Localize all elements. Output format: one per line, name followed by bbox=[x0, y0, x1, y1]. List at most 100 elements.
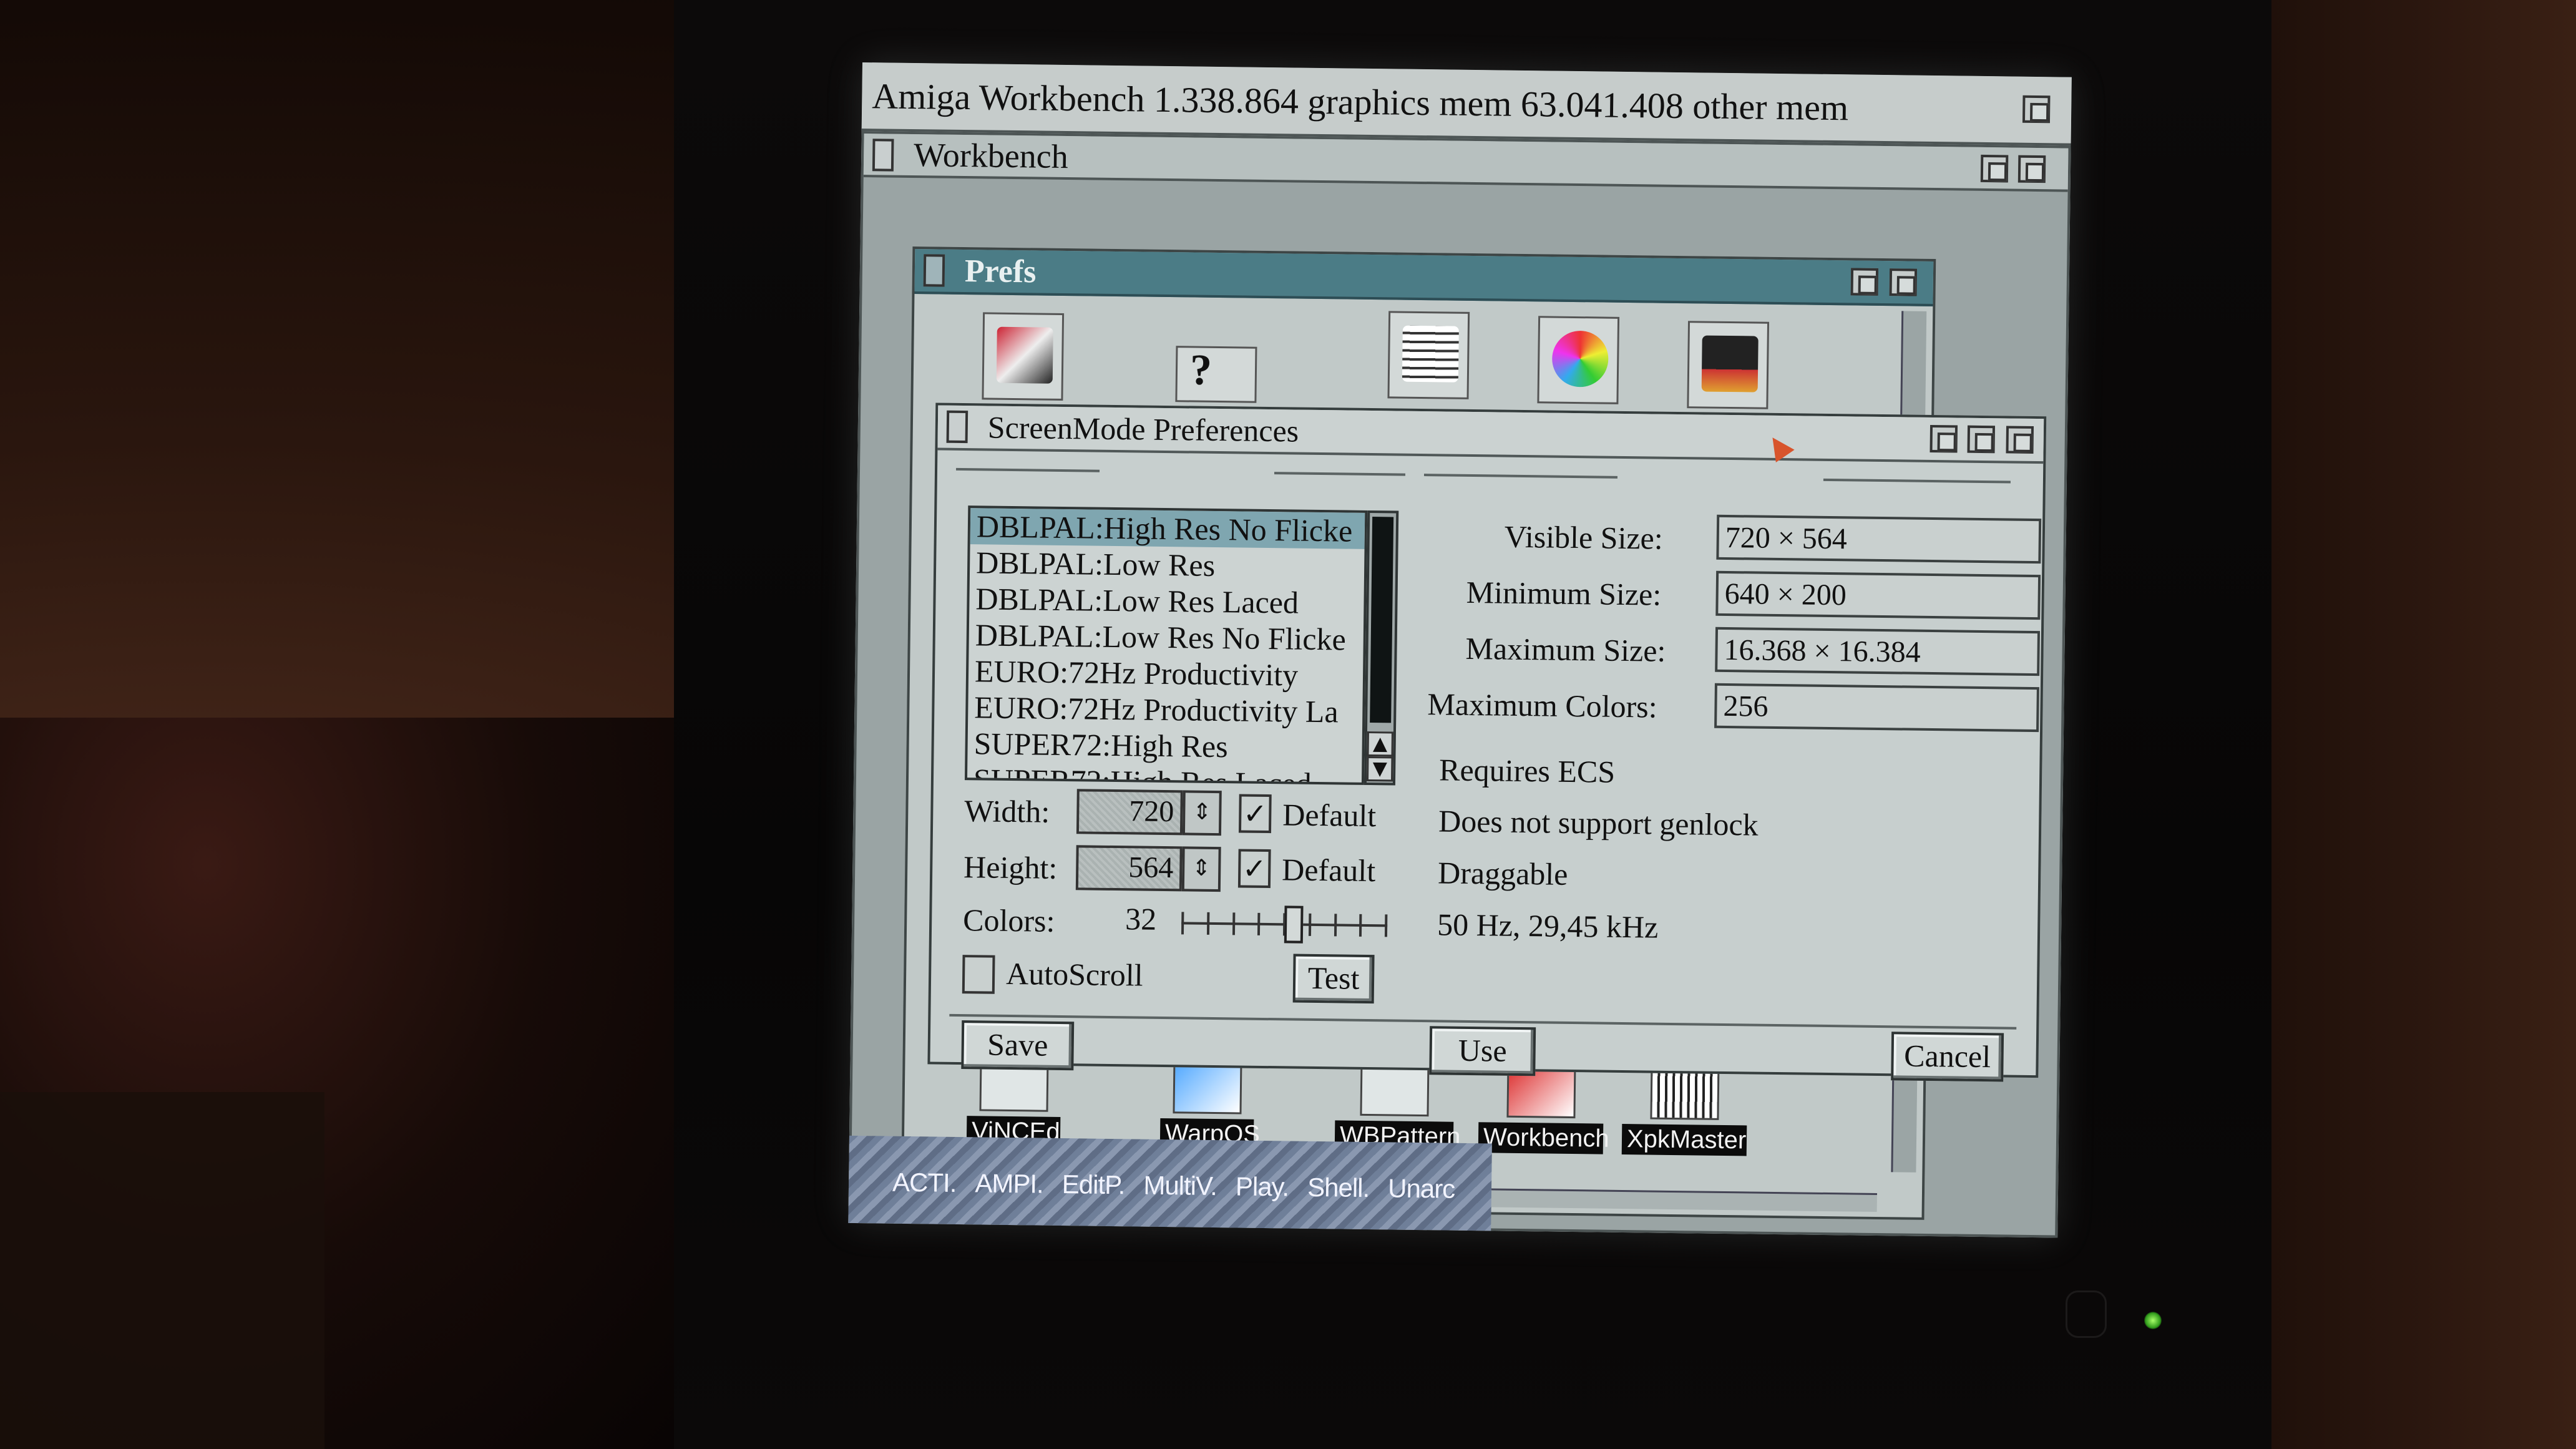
property-text: Requires ECS bbox=[1438, 752, 1616, 789]
slider-tick bbox=[1232, 912, 1236, 935]
screenmode-list-item[interactable]: DBLPAL:Low Res No Flicke bbox=[968, 617, 1364, 658]
cd-icon bbox=[1551, 330, 1609, 388]
maximum-colors-field: 256 bbox=[1714, 683, 2039, 733]
test-button[interactable]: Test bbox=[1292, 954, 1375, 1004]
cancel-button[interactable]: Cancel bbox=[1891, 1032, 2004, 1082]
maximum-size-label: Maximum Size: bbox=[1465, 630, 1666, 668]
cable-icon bbox=[996, 326, 1053, 384]
screenmode-list-item[interactable]: SUPER72:High Res bbox=[967, 725, 1362, 766]
slider-knob[interactable] bbox=[1284, 905, 1304, 944]
screenmode-list-item[interactable]: DBLPAL:Low Res Laced bbox=[969, 580, 1364, 622]
screenmode-list-item[interactable]: SUPER72:High Res Laced bbox=[967, 761, 1362, 785]
workbench-depth-gadget[interactable] bbox=[2017, 155, 2046, 183]
printer-prefs-icon[interactable] bbox=[1387, 311, 1470, 399]
property-text: 50 Hz, 29,45 kHz bbox=[1437, 907, 1659, 945]
workbench-close-gadget[interactable] bbox=[872, 139, 894, 172]
maximum-size-field: 16.368 × 16.384 bbox=[1715, 627, 2041, 676]
screenmode-title-bar[interactable]: ScreenMode Preferences bbox=[937, 405, 2044, 464]
menu-separator bbox=[1423, 474, 1617, 479]
tuxedo-icon bbox=[1701, 335, 1759, 393]
scrollbar-knob[interactable] bbox=[1370, 517, 1394, 723]
workbench-zoom-gadget[interactable] bbox=[1980, 154, 2009, 183]
slider-tick bbox=[1257, 912, 1261, 935]
visible-size-field: 720 × 564 bbox=[1716, 514, 2042, 564]
box-foreground bbox=[0, 1092, 324, 1449]
autoscroll-label: AutoScroll bbox=[1005, 955, 1143, 993]
visible-size-label: Visible Size: bbox=[1504, 519, 1664, 556]
amiga-screen: Amiga Workbench 1.338.864 graphics mem 6… bbox=[848, 62, 2072, 1238]
colors-label: Colors: bbox=[962, 902, 1055, 939]
colors-slider[interactable] bbox=[1181, 904, 1388, 944]
screenmode-list-item[interactable]: EURO:72Hz Productivity bbox=[968, 653, 1364, 694]
drawer-icon-xpkmaster[interactable]: XpkMaster bbox=[1621, 1069, 1748, 1156]
xpkmaster-icon bbox=[1650, 1069, 1720, 1120]
width-label: Width: bbox=[964, 793, 1050, 829]
taskbar-item[interactable]: ACTI. bbox=[892, 1168, 957, 1198]
minimum-size-field: 640 × 200 bbox=[1715, 570, 2041, 620]
unknown-prefs-icon[interactable]: ? bbox=[1175, 346, 1257, 403]
width-input[interactable]: 720 bbox=[1076, 789, 1183, 836]
minimum-size-label: Minimum Size: bbox=[1466, 574, 1662, 612]
power-led bbox=[2144, 1312, 2162, 1329]
screenmode-list-scrollbar[interactable]: ▲ ▼ bbox=[1364, 510, 1399, 786]
width-stepper[interactable]: ⇕ bbox=[1182, 790, 1222, 836]
width-default-label: Default bbox=[1282, 797, 1377, 834]
drawer-icon-warpos[interactable]: WarpOS bbox=[1159, 1063, 1260, 1150]
colors-value: 32 bbox=[1125, 901, 1157, 937]
autoscroll-checkbox[interactable] bbox=[962, 955, 995, 994]
scroll-up-arrow-icon[interactable]: ▲ bbox=[1367, 731, 1393, 757]
taskbar-item[interactable]: AMPI. bbox=[975, 1168, 1043, 1199]
input-prefs-icon[interactable] bbox=[982, 312, 1065, 401]
screenmode-zoom-gadget[interactable] bbox=[1967, 425, 1996, 454]
prefs-depth-gadget[interactable] bbox=[1889, 268, 1918, 296]
wbstartup-prefs-icon[interactable] bbox=[1687, 321, 1770, 409]
menu-separator bbox=[956, 467, 1100, 472]
property-text: Draggable bbox=[1437, 855, 1568, 892]
screenmode-depth-gadget[interactable] bbox=[2006, 426, 2034, 454]
height-default-label: Default bbox=[1281, 852, 1376, 889]
sound-prefs-icon[interactable] bbox=[1537, 316, 1620, 404]
taskbar-item[interactable]: Play. bbox=[1236, 1171, 1289, 1202]
wbpattern-icon bbox=[1360, 1065, 1430, 1117]
taskbar-item[interactable]: Unarc bbox=[1388, 1173, 1455, 1204]
drawer-icon-label: XpkMaster bbox=[1621, 1123, 1747, 1156]
menu-separator bbox=[1823, 478, 2011, 484]
screenmode-list-item[interactable]: DBLPAL:High Res No Flicke bbox=[970, 508, 1365, 549]
height-input[interactable]: 564 bbox=[1075, 845, 1183, 892]
screenmode-title: ScreenMode Preferences bbox=[987, 409, 1299, 449]
width-default-checkbox[interactable]: ✓ bbox=[1238, 794, 1272, 834]
use-button[interactable]: Use bbox=[1429, 1026, 1536, 1076]
screenmode-dialog: ScreenMode Preferences DBLPAL:High Res N… bbox=[927, 402, 2047, 1082]
drawer-icon-workbench[interactable]: Workbench bbox=[1478, 1067, 1609, 1154]
save-button[interactable]: Save bbox=[961, 1020, 1075, 1071]
monitor-logo bbox=[2066, 1290, 2107, 1338]
workbench-title: Workbench bbox=[913, 136, 1069, 176]
property-text: Does not support genlock bbox=[1438, 803, 1759, 842]
taskbar-item[interactable]: Shell. bbox=[1307, 1173, 1370, 1203]
screen-depth-gadget[interactable] bbox=[2022, 95, 2051, 124]
screenmode-list[interactable]: DBLPAL:High Res No Flicke DBLPAL:Low Res D… bbox=[964, 505, 1368, 785]
taskbar-item[interactable]: MultiV. bbox=[1143, 1171, 1217, 1201]
drawer-icon-label: Workbench bbox=[1478, 1122, 1609, 1154]
slider-tick bbox=[1384, 914, 1388, 937]
taskbar-item[interactable]: EditP. bbox=[1061, 1169, 1125, 1200]
screenmode-iconify-gadget[interactable] bbox=[1930, 424, 1958, 453]
prefs-zoom-gadget[interactable] bbox=[1850, 268, 1879, 296]
height-stepper[interactable]: ⇕ bbox=[1181, 846, 1221, 892]
screenmode-list-item[interactable]: EURO:72Hz Productivity La bbox=[968, 689, 1363, 730]
menu-separator bbox=[1274, 472, 1406, 476]
prefs-close-gadget[interactable] bbox=[923, 254, 945, 287]
workbench-window: Workbench Prefs ? ViNCEd WarpOS WBPatter… bbox=[848, 130, 2071, 1238]
maximum-colors-label: Maximum Colors: bbox=[1427, 686, 1657, 724]
screenmode-list-item[interactable]: DBLPAL:Low Res bbox=[970, 544, 1365, 585]
height-default-checkbox[interactable]: ✓ bbox=[1237, 849, 1271, 889]
slider-tick bbox=[1334, 914, 1337, 937]
slider-tick bbox=[1206, 912, 1210, 935]
prefs-title-bar[interactable]: Prefs bbox=[914, 249, 1934, 306]
scroll-down-arrow-icon[interactable]: ▼ bbox=[1366, 756, 1393, 782]
screenmode-close-gadget[interactable] bbox=[946, 410, 968, 444]
warpos-icon bbox=[1173, 1063, 1242, 1115]
question-icon: ? bbox=[1189, 346, 1212, 394]
drawer-icon-vinced[interactable]: ViNCEd bbox=[966, 1061, 1061, 1148]
drawer-icon-wbpattern[interactable]: WBPattern bbox=[1334, 1065, 1461, 1153]
